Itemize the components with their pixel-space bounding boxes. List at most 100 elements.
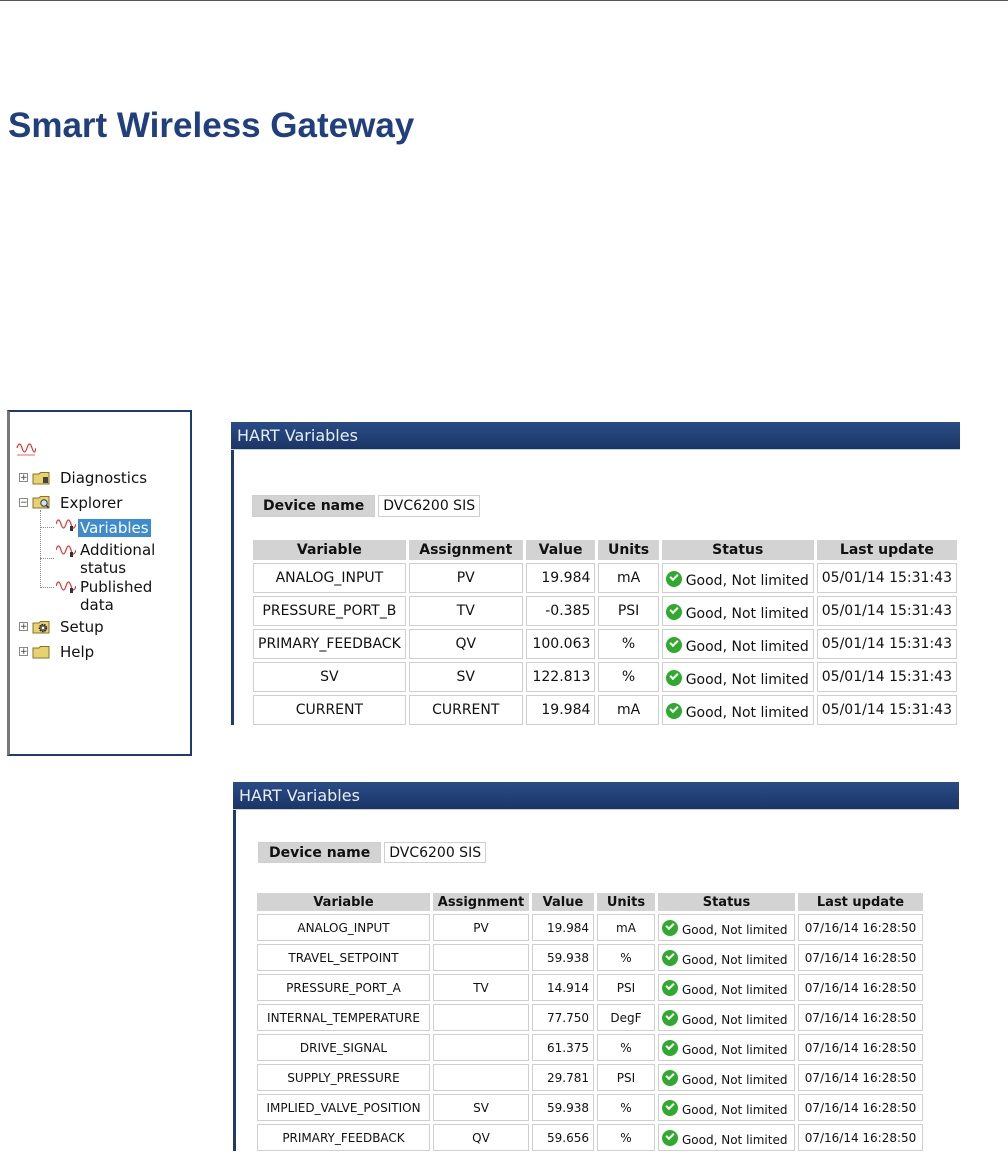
check-circle-icon <box>665 570 682 587</box>
status-text: Good, Not limited <box>682 1133 788 1147</box>
table-row: CURRENT CURRENT 19.984 mA Good, Not limited 0… <box>253 695 957 725</box>
tree-connector <box>40 527 54 528</box>
check-circle-icon <box>665 702 682 719</box>
column-header: Value <box>525 540 596 560</box>
variable-cell: ANALOG_INPUT <box>257 914 430 941</box>
tree-item-variables[interactable]: Variables <box>78 519 151 537</box>
status-text: Good, Not limited <box>682 953 788 967</box>
table-row: IMPLIED_VALVE_POSITION SV 59.938% Good, Not… <box>257 1094 923 1121</box>
value-cell: 19.984 <box>525 695 596 725</box>
assignment-cell: PV <box>408 563 523 593</box>
status-cell: Good, Not limited <box>658 944 795 971</box>
status-text: Good, Not limited <box>682 1103 788 1117</box>
table-header-row: Variable Assignment Value Units Status L… <box>253 540 957 560</box>
expand-help-icon[interactable]: + <box>19 647 28 657</box>
last-update-cell: 05/01/14 15:31:43 <box>816 695 957 725</box>
last-update-cell: 07/16/14 16:28:50 <box>798 1124 923 1151</box>
check-circle-icon <box>665 603 682 620</box>
units-cell: mA <box>597 914 655 941</box>
units-cell: PSI <box>598 596 659 626</box>
column-header: Last update <box>798 893 923 911</box>
status-text: Good, Not limited <box>685 638 809 655</box>
value-cell: 100.063 <box>525 629 596 659</box>
value-cell: 14.914 <box>532 974 594 1001</box>
table-row: PRIMARY_FEEDBACK QV 59.656% Good, Not limit… <box>257 1124 923 1151</box>
tree-item-help[interactable]: Help <box>60 643 94 661</box>
value-cell: 29.781 <box>532 1064 594 1091</box>
tree-connector <box>40 510 41 588</box>
units-cell: % <box>598 629 659 659</box>
folder-icon <box>32 472 50 485</box>
units-cell: % <box>597 944 655 971</box>
last-update-cell: 05/01/14 15:31:43 <box>816 563 957 593</box>
variable-cell: SUPPLY_PRESSURE <box>257 1064 430 1091</box>
last-update-cell: 05/01/14 15:31:43 <box>816 662 957 692</box>
status-cell: Good, Not limited <box>661 629 814 659</box>
units-cell: mA <box>598 563 659 593</box>
column-header: Variable <box>257 893 430 911</box>
units-cell: % <box>597 1124 655 1151</box>
variable-cell: SV <box>253 662 406 692</box>
variable-cell: PRIMARY_FEEDBACK <box>257 1124 430 1151</box>
units-cell: PSI <box>597 1064 655 1091</box>
value-cell: 122.813 <box>525 662 596 692</box>
status-text: Good, Not limited <box>682 923 788 937</box>
tree-item-setup[interactable]: Setup <box>60 618 104 636</box>
status-cell: Good, Not limited <box>658 1064 795 1091</box>
column-header: Assignment <box>408 540 523 560</box>
table-row: PRIMARY_FEEDBACK QV 100.063% Good, Not limi… <box>253 629 957 659</box>
panel-header: HART Variables <box>233 782 959 810</box>
check-circle-icon <box>662 950 678 966</box>
column-header: Units <box>598 540 659 560</box>
expand-diagnostics-icon[interactable]: + <box>19 473 28 483</box>
check-circle-icon <box>662 920 678 936</box>
variable-cell: CURRENT <box>253 695 406 725</box>
status-cell: Good, Not limited <box>658 1004 795 1031</box>
units-cell: % <box>597 1094 655 1121</box>
check-circle-icon <box>662 1010 678 1026</box>
value-cell: 19.984 <box>532 914 594 941</box>
status-cell: Good, Not limited <box>658 914 795 941</box>
column-header: Units <box>597 893 655 911</box>
table-row: SV SV 122.813% Good, Not limited 05/01/14 15… <box>253 662 957 692</box>
column-header: Assignment <box>433 893 529 911</box>
last-update-cell: 07/16/14 16:28:50 <box>798 1064 923 1091</box>
units-cell: mA <box>598 695 659 725</box>
units-cell: % <box>598 662 659 692</box>
page-title: Smart Wireless Gateway <box>8 106 415 145</box>
collapse-explorer-icon[interactable]: − <box>19 498 28 508</box>
device-name-row: Device name DVC6200 SIS <box>258 842 487 863</box>
tree-item-additional-status[interactable]: Additional status <box>80 541 155 577</box>
variable-cell: PRESSURE_PORT_A <box>257 974 430 1001</box>
last-update-cell: 07/16/14 16:28:50 <box>798 1004 923 1031</box>
wave-icon <box>16 443 36 456</box>
status-text: Good, Not limited <box>685 704 809 721</box>
tree-item-explorer[interactable]: Explorer <box>60 494 122 512</box>
device-name-label: Device name <box>258 842 382 863</box>
table-row: DRIVE_SIGNAL 61.375% Good, Not limited 07/1… <box>257 1034 923 1061</box>
folder-gear-icon <box>32 621 50 634</box>
variable-cell: TRAVEL_SETPOINT <box>257 944 430 971</box>
variable-cell: DRIVE_SIGNAL <box>257 1034 430 1061</box>
check-circle-icon <box>662 1130 678 1146</box>
status-text: Good, Not limited <box>685 671 809 688</box>
last-update-cell: 05/01/14 15:31:43 <box>816 629 957 659</box>
variable-cell: PRIMARY_FEEDBACK <box>253 629 406 659</box>
assignment-cell <box>433 1034 529 1061</box>
table-row: SUPPLY_PRESSURE 29.781 PSI Good, Not limite… <box>257 1064 923 1091</box>
top-rule <box>0 0 1008 1</box>
table-row: INTERNAL_TEMPERATURE 77.750 DegF Good, Not … <box>257 1004 923 1031</box>
column-header: Variable <box>253 540 406 560</box>
device-name-value: DVC6200 SIS <box>384 842 487 863</box>
tree-item-diagnostics[interactable]: Diagnostics <box>60 469 147 487</box>
value-cell: 59.938 <box>532 1094 594 1121</box>
units-cell: % <box>597 1034 655 1061</box>
assignment-cell: PV <box>433 914 529 941</box>
expand-setup-icon[interactable]: + <box>19 622 28 632</box>
wave-icon <box>56 545 76 557</box>
status-text: Good, Not limited <box>682 1013 788 1027</box>
last-update-cell: 07/16/14 16:28:50 <box>798 1034 923 1061</box>
tree-item-published-data[interactable]: Published data <box>80 578 152 614</box>
value-cell: 59.938 <box>532 944 594 971</box>
status-cell: Good, Not limited <box>658 1034 795 1061</box>
